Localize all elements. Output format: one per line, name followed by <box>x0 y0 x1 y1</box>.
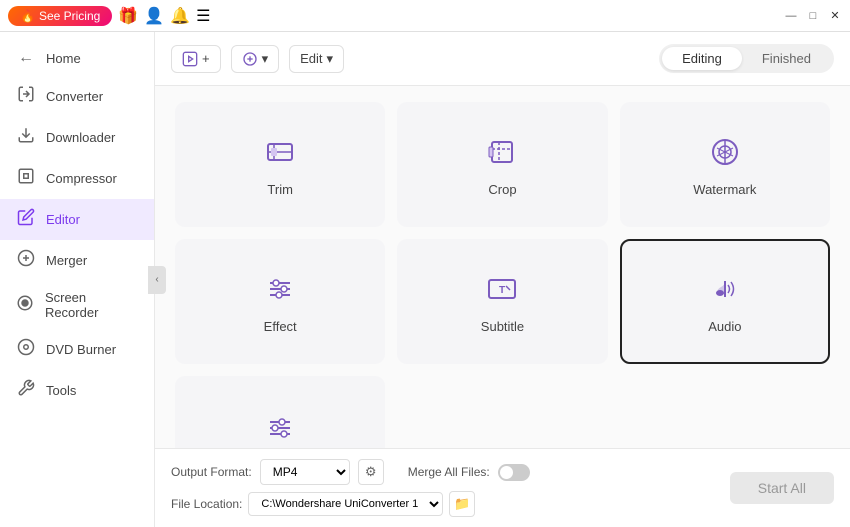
add-video-label: + <box>202 51 210 66</box>
screen-recorder-icon <box>16 294 35 317</box>
output-format-label: Output Format: <box>171 465 252 479</box>
editor-icon <box>16 208 36 231</box>
sidebar-item-downloader[interactable]: Downloader <box>0 117 154 158</box>
tools-icon <box>16 379 36 402</box>
window-controls: — □ ✕ <box>784 9 842 23</box>
browse-folder-button[interactable]: 📁 <box>449 491 475 517</box>
tool-card-trim[interactable]: Trim <box>175 102 385 227</box>
crop-icon <box>482 132 522 172</box>
gift-icon[interactable]: 🎁 <box>118 6 138 26</box>
start-all-button[interactable]: Start All <box>730 472 834 504</box>
main-content: + ▾ Edit ▾ Editing Finished <box>155 32 850 527</box>
downloader-icon <box>16 126 36 149</box>
fire-icon: 🔥 <box>20 9 35 23</box>
compressor-icon <box>16 167 36 190</box>
maximize-button[interactable]: □ <box>806 9 820 23</box>
app-body: ← Home Converter Downloader Compressor <box>0 32 850 527</box>
sidebar-label-downloader: Downloader <box>46 130 115 145</box>
merge-all-label: Merge All Files: <box>408 465 490 479</box>
sidebar-item-home[interactable]: ← Home <box>0 40 154 76</box>
see-pricing-button[interactable]: 🔥 See Pricing <box>8 6 112 26</box>
add-video-button[interactable]: + <box>171 45 221 73</box>
watermark-label: Watermark <box>693 182 756 197</box>
add-files-label: ▾ <box>262 51 269 67</box>
effect-icon <box>260 269 300 309</box>
speed-icon <box>260 406 300 446</box>
subtitle-icon: T <box>482 269 522 309</box>
file-location-select[interactable]: C:\Wondershare UniConverter 1 <box>248 492 443 516</box>
converter-icon <box>16 85 36 108</box>
sidebar-label-dvd-burner: DVD Burner <box>46 342 116 357</box>
close-button[interactable]: ✕ <box>828 9 842 23</box>
collapse-icon: ‹ <box>155 274 158 285</box>
tab-editing[interactable]: Editing <box>662 47 742 70</box>
effect-label: Effect <box>264 319 297 334</box>
crop-label: Crop <box>488 182 516 197</box>
minimize-button[interactable]: — <box>784 9 798 23</box>
toolbar: + ▾ Edit ▾ Editing Finished <box>155 32 850 86</box>
title-bar: 🔥 See Pricing 🎁 👤 🔔 ☰ — □ ✕ <box>0 0 850 32</box>
watermark-icon <box>705 132 745 172</box>
user-icon[interactable]: 👤 <box>144 6 164 26</box>
audio-icon <box>705 269 745 309</box>
tab-group: Editing Finished <box>659 44 834 73</box>
sidebar-label-screen-recorder: Screen Recorder <box>45 290 138 320</box>
home-icon: ← <box>16 49 36 67</box>
output-format-select[interactable]: MP4 MKV AVI MOV <box>260 459 350 485</box>
title-bar-left: 🔥 See Pricing 🎁 👤 🔔 ☰ <box>8 6 210 26</box>
sidebar-item-tools[interactable]: Tools <box>0 370 154 411</box>
subtitle-label: Subtitle <box>481 319 524 334</box>
dvd-burner-icon <box>16 338 36 361</box>
sidebar-label-home: Home <box>46 51 81 66</box>
tool-card-watermark[interactable]: Watermark <box>620 102 830 227</box>
edit-label: Edit <box>300 51 322 66</box>
trim-label: Trim <box>267 182 293 197</box>
tab-finished[interactable]: Finished <box>742 47 831 70</box>
sidebar-label-tools: Tools <box>46 383 76 398</box>
sidebar: ← Home Converter Downloader Compressor <box>0 32 155 527</box>
bell-icon[interactable]: 🔔 <box>170 6 190 26</box>
sidebar-item-compressor[interactable]: Compressor <box>0 158 154 199</box>
sidebar-item-merger[interactable]: Merger <box>0 240 154 281</box>
bottom-bar: Output Format: MP4 MKV AVI MOV ⚙ Merge A… <box>155 448 850 527</box>
sidebar-label-editor: Editor <box>46 212 80 227</box>
dropdown-arrow: ▾ <box>327 51 334 67</box>
file-location-label: File Location: <box>171 497 242 511</box>
sidebar-item-dvd-burner[interactable]: DVD Burner <box>0 329 154 370</box>
sidebar-label-merger: Merger <box>46 253 87 268</box>
svg-text:T: T <box>499 285 505 296</box>
sidebar-collapse-button[interactable]: ‹ <box>148 266 166 294</box>
menu-icon[interactable]: ☰ <box>196 6 210 26</box>
trim-icon <box>260 132 300 172</box>
tool-card-crop[interactable]: Crop <box>397 102 607 227</box>
merger-icon <box>16 249 36 272</box>
editor-grid: Trim Crop <box>155 86 850 448</box>
sidebar-item-screen-recorder[interactable]: Screen Recorder <box>0 281 154 329</box>
sidebar-item-converter[interactable]: Converter <box>0 76 154 117</box>
sidebar-item-editor[interactable]: Editor <box>0 199 154 240</box>
tool-card-speed[interactable]: Speed <box>175 376 385 448</box>
merge-all-toggle[interactable] <box>498 464 530 481</box>
tool-card-audio[interactable]: Audio <box>620 239 830 364</box>
format-settings-button[interactable]: ⚙ <box>358 459 384 485</box>
edit-dropdown[interactable]: Edit ▾ <box>289 45 344 73</box>
audio-label: Audio <box>708 319 741 334</box>
tool-card-effect[interactable]: Effect <box>175 239 385 364</box>
sidebar-label-converter: Converter <box>46 89 103 104</box>
tool-card-subtitle[interactable]: T Subtitle <box>397 239 607 364</box>
see-pricing-label: See Pricing <box>39 9 100 23</box>
add-files-button[interactable]: ▾ <box>231 45 280 73</box>
sidebar-label-compressor: Compressor <box>46 171 117 186</box>
